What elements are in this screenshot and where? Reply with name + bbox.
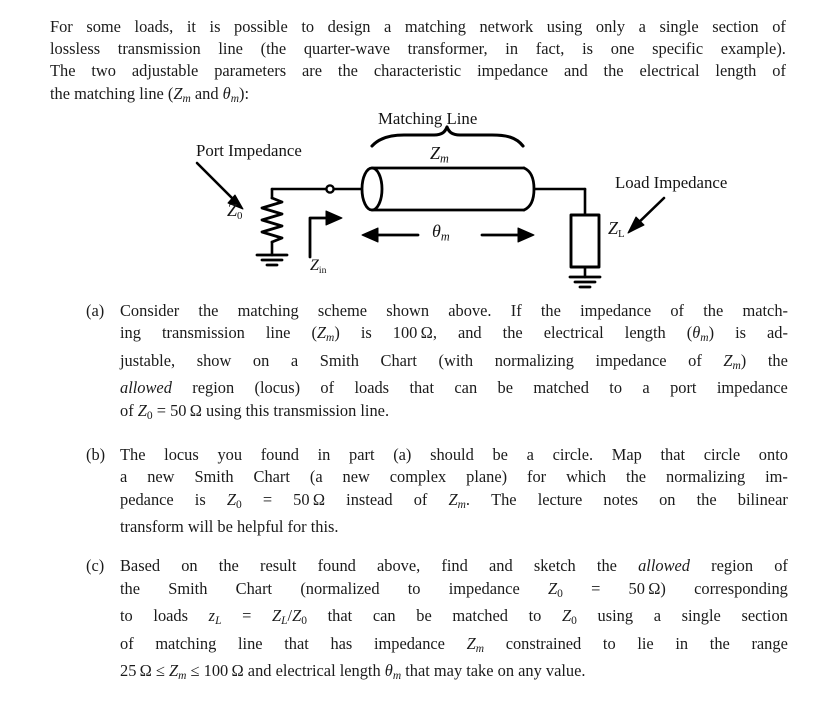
question-item-a: (a) Consider the matching scheme shown above.…: [50, 300, 790, 427]
question-item-c: (c) Based on the result found above, find and sk…: [50, 555, 790, 687]
question-marker-b: (b): [86, 445, 106, 465]
question-a-line-3: justable, show on a Smith Chart (with normalizi…: [120, 350, 788, 372]
question-a-line-2: ing transmission line (Zm) is 100 Ω, and the ele…: [120, 323, 788, 345]
matching-network-diagram: Matching Line Zm Port Impedance Load Imp…: [0, 105, 834, 295]
question-a-line-5: of Z0 = 50 Ω using this transmission lin…: [120, 400, 390, 422]
question-body-a: Consider the matching scheme shown above. If th…: [120, 300, 788, 427]
zm-label: Zm: [430, 143, 449, 167]
zin-label-sub: in: [318, 264, 327, 276]
diagram-svg: [195, 125, 666, 289]
z0-label: Z0: [227, 200, 242, 222]
question-b-line-1: The locus you found in part (a) should be a circle…: [120, 445, 788, 465]
intro-paragraph: For some loads, it is possible to design a matchi…: [50, 16, 786, 110]
question-a-line-4: allowed region (locus) of loads that can be matc…: [120, 378, 788, 398]
zin-label: Zin: [310, 257, 326, 276]
transmission-line-cylinder: [360, 166, 536, 212]
theta-label-sub: m: [440, 229, 450, 244]
load-impedance-label: Load Impedance: [615, 173, 728, 192]
intro-line4-prefix: the matching line (: [50, 83, 174, 103]
zl-label-sub: L: [618, 228, 625, 241]
intro-line-1: For some loads, it is possible to design a matchi…: [50, 17, 786, 36]
document-page: For some loads, it is possible to design a matchi…: [0, 0, 834, 695]
symbol-theta-subscript: m: [230, 92, 240, 105]
question-marker-a: (a): [86, 301, 105, 320]
question-c-line-2: the Smith Chart (normalized to impedance Z0 = 50…: [120, 578, 788, 600]
load-impedance-arrow: [627, 196, 666, 234]
theta-left-arrow: [361, 227, 420, 243]
zin-label-Z: Z: [310, 257, 319, 274]
zin-reference-arrow: [308, 210, 343, 259]
z0-label-sub: 0: [237, 210, 243, 223]
matching-line-title: Matching Line: [378, 109, 478, 128]
question-b-line-3: pedance is Z0 = 50 Ωinstead of Zm. The lecture no…: [120, 489, 788, 511]
symbol-Z-subscript: m: [182, 92, 191, 105]
intro-line4-mid: and: [190, 83, 223, 103]
ground-symbol-load: [568, 275, 602, 289]
question-c-line-5: 25 Ω ≤ Zm ≤ 100 Ω and electrical length …: [120, 661, 586, 683]
question-b-line-4: transform will be helpful for this.: [120, 517, 339, 537]
zm-label-sub: m: [440, 151, 449, 166]
question-c-line-3: to loads zL = ZL/Z0 that can be matched to Z0 using…: [120, 606, 788, 628]
question-item-b: (b) The locus you found in part (a) should be a ci…: [50, 444, 790, 538]
question-c-line-1: Based on the result found above, find and sketch…: [120, 556, 788, 576]
question-body-b: The locus you found in part (a) should be a circle…: [120, 444, 788, 538]
intro-line4-suffix: ):: [239, 83, 250, 103]
question-c-line-4: of matching line that has impedance Zm constrai…: [120, 633, 788, 655]
theta-label-sym: θ: [432, 221, 441, 241]
z0-label-Z: Z: [227, 200, 238, 220]
theta-right-arrow: [480, 227, 535, 243]
zl-label-Z: Z: [608, 218, 619, 238]
question-list: (a) Consider the matching scheme shown above.…: [50, 300, 790, 702]
zl-label: ZL: [608, 218, 625, 240]
intro-line-3: The two adjustable parameters are the characte…: [50, 61, 786, 81]
port-impedance-label: Port Impedance: [196, 141, 302, 160]
question-a-line-1: Consider the matching scheme shown above. If th…: [120, 301, 788, 320]
ground-symbol-source: [255, 253, 289, 267]
question-body-c: Based on the result found above, find and sketch…: [120, 555, 788, 687]
symbol-theta: θ: [222, 83, 231, 103]
port-terminal-dot: [325, 184, 335, 194]
intro-line-2: lossless transmission line (the quarter-wave…: [50, 39, 786, 59]
load-resistor-box: [569, 213, 601, 269]
question-marker-c: (c): [86, 556, 105, 576]
theta-m-label: θm: [432, 221, 450, 245]
question-b-line-2: a new Smith Chart (a new complex plane) for which…: [120, 467, 788, 487]
resistor-zigzag: [260, 196, 284, 244]
zm-label-Z: Z: [430, 143, 441, 163]
